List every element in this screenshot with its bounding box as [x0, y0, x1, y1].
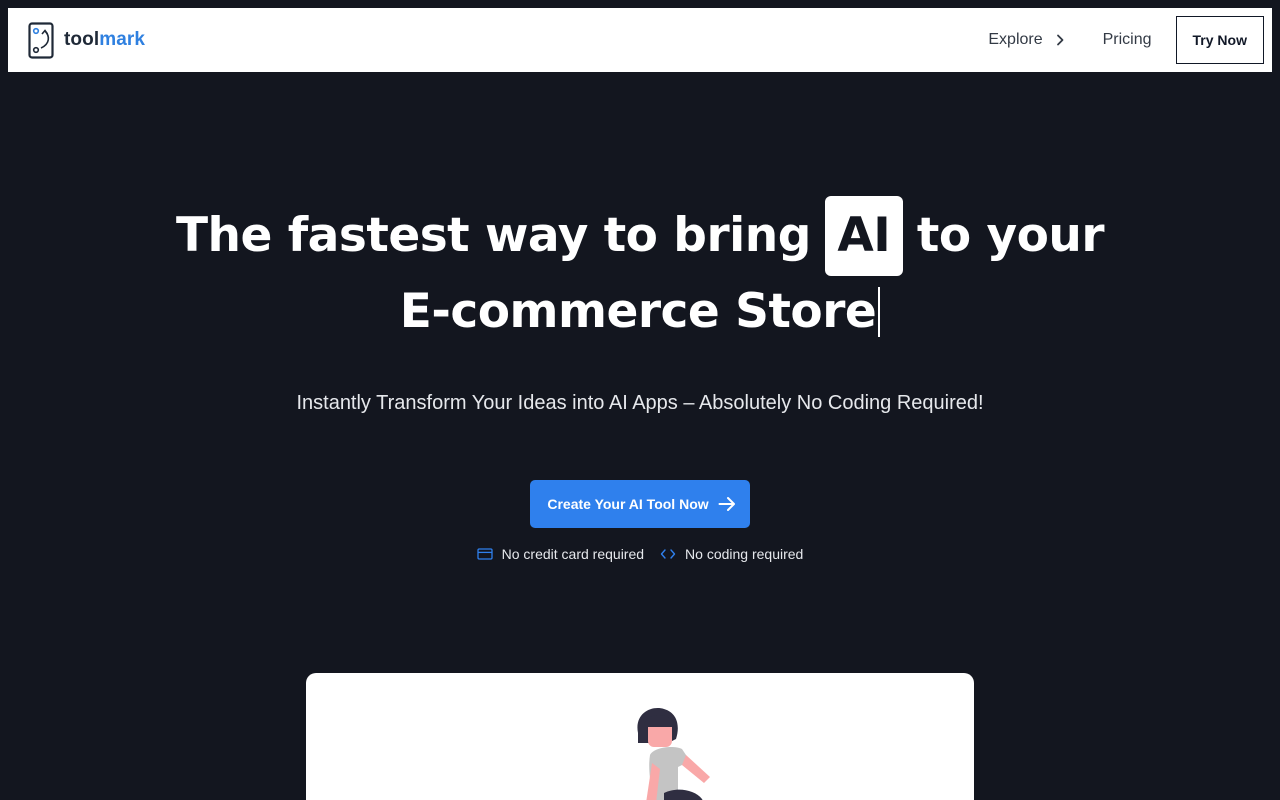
brand-link[interactable]: toolmark — [28, 21, 145, 59]
hero-section: The fastest way to bring AI to your E-co… — [0, 196, 1280, 562]
arrow-right-icon — [718, 497, 735, 511]
perk-no-credit-card: No credit card required — [476, 546, 645, 562]
perk-label: No coding required — [685, 546, 804, 562]
nav-menu: Explore Pricing Try Now — [988, 8, 1264, 72]
headline-ai-highlight: AI — [824, 196, 903, 276]
phone-logo-icon — [28, 21, 54, 59]
illustration-card — [306, 673, 974, 800]
page: toolmark Explore Pricing Try Now The fas… — [0, 0, 1280, 800]
person-illustration — [637, 708, 710, 800]
headline-part1: The fastest way to bring — [175, 208, 811, 263]
create-ai-tool-label: Create Your AI Tool Now — [547, 496, 709, 512]
try-now-button[interactable]: Try Now — [1175, 16, 1264, 64]
credit-card-icon — [476, 548, 493, 560]
code-icon — [660, 549, 676, 559]
brand-name-part1: tool — [64, 29, 100, 50]
headline-line2-text: E-commerce Store — [399, 284, 877, 339]
brand-name-part2: mark — [99, 29, 146, 50]
navbar: toolmark Explore Pricing Try Now — [8, 8, 1272, 72]
typing-caret — [878, 287, 881, 337]
perks-list: No credit card required No coding requir… — [476, 546, 803, 562]
brand-name: toolmark — [64, 29, 145, 51]
perk-label: No credit card required — [501, 546, 645, 562]
hero-subheadline: Instantly Transform Your Ideas into AI A… — [296, 392, 984, 414]
nav-pricing-link[interactable]: Pricing — [1103, 31, 1152, 49]
chevron-right-icon — [1056, 34, 1064, 46]
headline-part2: to your — [916, 208, 1105, 263]
headline-line-2: E-commerce Store — [176, 276, 1104, 348]
hero-headline: The fastest way to bring AI to your E-co… — [175, 196, 1105, 348]
create-ai-tool-button[interactable]: Create Your AI Tool Now — [530, 480, 750, 528]
perk-no-coding: No coding required — [660, 546, 803, 562]
nav-explore-label: Explore — [988, 31, 1043, 48]
nav-explore-link[interactable]: Explore — [988, 31, 1064, 49]
headline-line-1: The fastest way to bring AI to your — [175, 196, 1105, 276]
